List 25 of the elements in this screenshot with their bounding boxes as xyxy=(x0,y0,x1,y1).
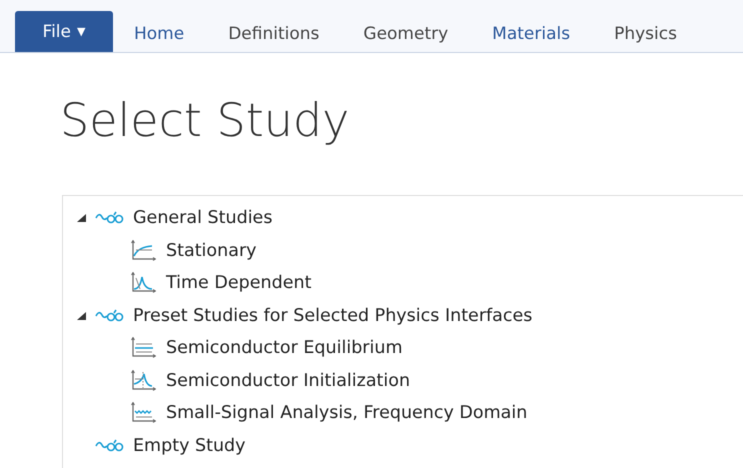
tree-item[interactable]: Time Dependent xyxy=(166,273,312,294)
file-menu-button[interactable]: File ▼ xyxy=(15,11,113,52)
expanded-arrow-icon[interactable] xyxy=(75,213,87,224)
tree-item[interactable]: Semiconductor Equilibrium xyxy=(166,338,402,358)
study-icon xyxy=(95,438,125,453)
page-title: Select Study xyxy=(60,93,350,149)
tree-item[interactable]: Stationary xyxy=(166,240,256,261)
ribbon-tab[interactable]: Geometry xyxy=(342,16,470,52)
stationary-chart-icon xyxy=(130,240,156,262)
tree-item[interactable]: Semiconductor Initialization xyxy=(166,370,410,391)
tree-item[interactable]: Small-Signal Analysis, Frequency Domain xyxy=(166,403,528,424)
tree-item[interactable]: Preset Studies for Selected Physics Interfaces xyxy=(133,306,532,326)
tree-item[interactable]: General Studies xyxy=(133,208,272,228)
expanded-arrow-icon[interactable] xyxy=(75,310,87,321)
study-icon xyxy=(95,308,125,323)
study-icon xyxy=(95,211,125,226)
peak-chart-icon xyxy=(130,272,156,294)
peak-chart-icon xyxy=(130,370,156,392)
ribbon-tab[interactable]: Physics xyxy=(593,16,698,52)
ribbon-tab[interactable]: Definitions xyxy=(207,16,340,52)
flat-lines-chart-icon xyxy=(130,337,156,360)
tree-item[interactable]: Empty Study xyxy=(133,436,246,456)
wave-chart-icon xyxy=(130,402,156,424)
ribbon-tab[interactable]: Home xyxy=(113,16,206,52)
ribbon-tab[interactable]: Materials xyxy=(471,16,592,52)
